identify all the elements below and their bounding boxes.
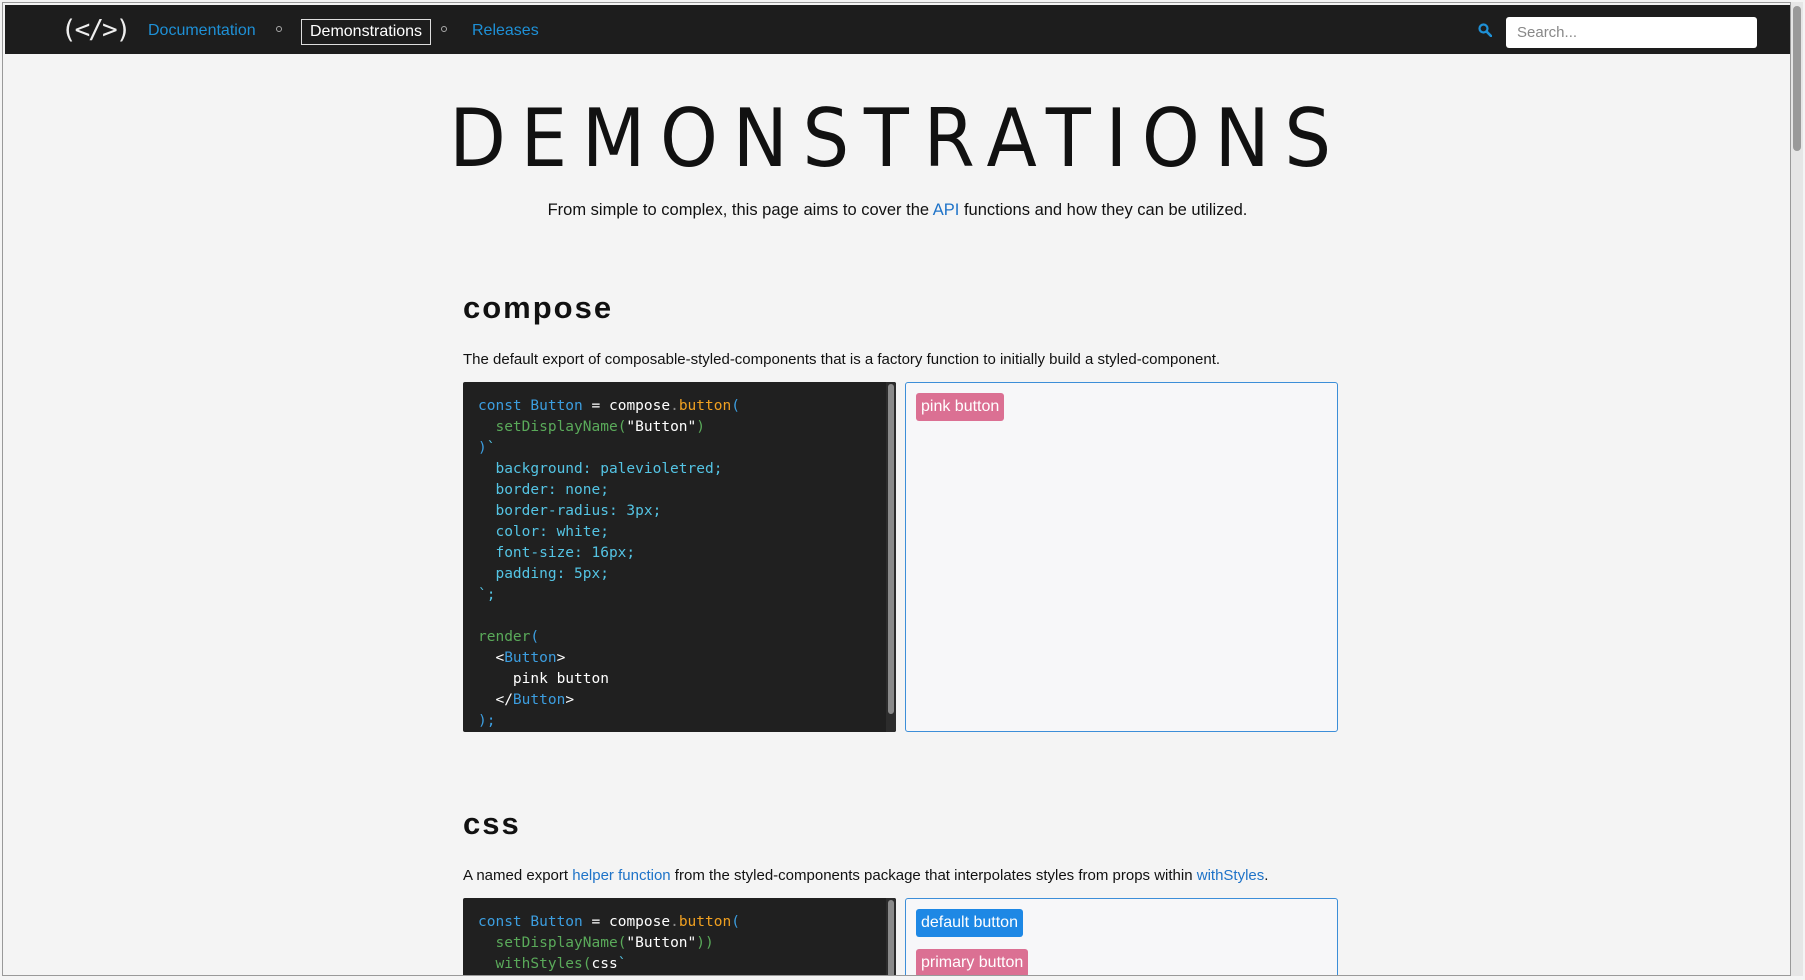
withstyles-link[interactable]: withStyles bbox=[1197, 867, 1265, 884]
search-icon bbox=[1478, 23, 1492, 37]
code-editor-css[interactable]: const Button = compose.button( setDispla… bbox=[463, 898, 896, 975]
subtitle-text: From simple to complex, this page aims t… bbox=[547, 201, 933, 219]
page-scrollbar[interactable] bbox=[1791, 2, 1803, 976]
code-block[interactable]: const Button = compose.button( setDispla… bbox=[478, 396, 896, 732]
helper-function-link[interactable]: helper function bbox=[572, 867, 670, 884]
section-title-css: css bbox=[463, 806, 521, 841]
nav-link-releases[interactable]: Releases bbox=[472, 22, 539, 40]
top-navigation: (</>) Documentation Demonstrations Relea… bbox=[5, 5, 1790, 54]
preview-panel-css: default button primary button bbox=[905, 898, 1338, 975]
page-subtitle: From simple to complex, this page aims t… bbox=[3, 200, 1790, 220]
section-description-css: A named export helper function from the … bbox=[463, 867, 1268, 885]
nav-link-documentation[interactable]: Documentation bbox=[148, 22, 256, 40]
search-input[interactable] bbox=[1506, 17, 1757, 48]
nav-link-demonstrations[interactable]: Demonstrations bbox=[301, 19, 432, 45]
page-title: DEMONSTRATIONS bbox=[449, 92, 1346, 185]
api-link[interactable]: API bbox=[933, 201, 960, 219]
code-scrollbar[interactable] bbox=[886, 898, 896, 975]
description-text: from the styled-components package that … bbox=[670, 867, 1197, 884]
code-scrollbar[interactable] bbox=[886, 382, 896, 732]
nav-separator-icon bbox=[276, 26, 282, 32]
preview-panel-compose: pink button bbox=[905, 382, 1338, 732]
code-scrollbar-thumb[interactable] bbox=[888, 900, 894, 975]
code-scrollbar-thumb[interactable] bbox=[888, 384, 894, 714]
description-text: A named export bbox=[463, 867, 573, 884]
logo-code-icon[interactable]: (</>) bbox=[61, 15, 131, 45]
primary-button[interactable]: primary button bbox=[916, 949, 1029, 975]
nav-separator-icon bbox=[441, 26, 447, 32]
code-editor-compose[interactable]: const Button = compose.button( setDispla… bbox=[463, 382, 896, 732]
page-scrollbar-thumb[interactable] bbox=[1793, 6, 1801, 151]
subtitle-text: functions and how they can be utilized. bbox=[959, 201, 1248, 219]
browser-viewport: (</>) Documentation Demonstrations Relea… bbox=[2, 2, 1791, 976]
default-button[interactable]: default button bbox=[916, 909, 1023, 937]
section-description-compose: The default export of composable-styled-… bbox=[463, 351, 1221, 368]
section-title-compose: compose bbox=[463, 290, 614, 325]
description-text: . bbox=[1264, 867, 1269, 884]
pink-button[interactable]: pink button bbox=[916, 393, 1005, 421]
code-block[interactable]: const Button = compose.button( setDispla… bbox=[478, 912, 896, 975]
